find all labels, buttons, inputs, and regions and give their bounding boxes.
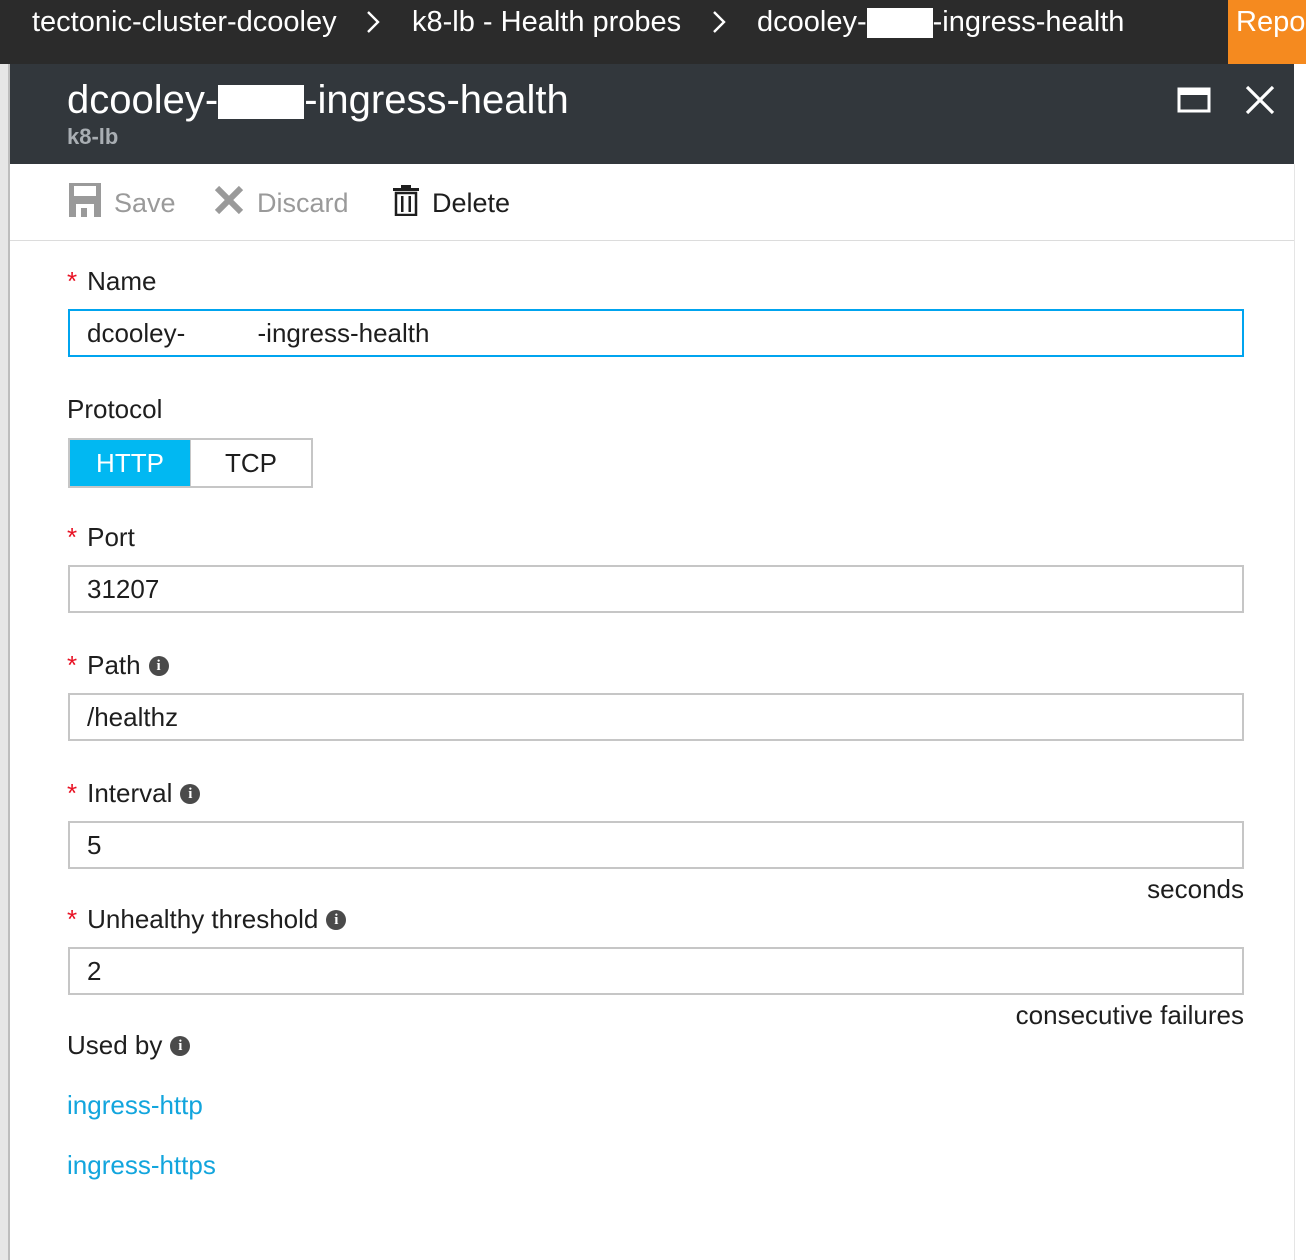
unhealthy-threshold-unit: consecutive failures <box>1015 1000 1244 1030</box>
page-title: dcooley- -ingress-health <box>67 78 569 122</box>
page-subtitle: k8-lb <box>67 124 119 149</box>
interval-label-text: Interval <box>87 778 173 808</box>
used-by-link-ingress-http[interactable]: ingress-http <box>67 1090 203 1121</box>
info-icon[interactable]: i <box>170 1035 191 1056</box>
required-asterisk: * <box>67 650 78 680</box>
breadcrumb-item-current[interactable]: dcooley- -ingress-health <box>757 4 1124 40</box>
path-input[interactable] <box>68 693 1244 741</box>
path-label-text: Path <box>87 650 141 680</box>
info-icon[interactable]: i <box>180 783 201 804</box>
unhealthy-threshold-label-text: Unhealthy threshold <box>87 904 319 934</box>
left-edge-divider <box>8 64 10 1260</box>
used-by-label: Used by i <box>67 1030 191 1061</box>
delete-button[interactable]: Delete <box>392 184 510 222</box>
info-icon[interactable]: i <box>148 655 169 676</box>
discard-icon <box>213 184 245 223</box>
port-input[interactable] <box>68 565 1244 613</box>
discard-label: Discard <box>257 187 349 218</box>
save-button[interactable]: Save <box>68 182 176 225</box>
discard-button[interactable]: Discard <box>213 184 349 222</box>
protocol-toggle: HTTP TCP <box>68 438 313 488</box>
report-button[interactable]: Repor <box>1228 0 1306 64</box>
used-by-link-ingress-https[interactable]: ingress-https <box>67 1150 216 1181</box>
protocol-option-http[interactable]: HTTP <box>70 440 190 486</box>
interval-unit: seconds <box>1147 874 1244 904</box>
required-asterisk: * <box>67 522 78 552</box>
save-label: Save <box>114 187 176 218</box>
required-asterisk: * <box>67 266 78 296</box>
used-by-label-text: Used by <box>67 1030 163 1060</box>
redaction-box <box>218 85 305 120</box>
name-label-text: Name <box>87 266 157 296</box>
title-prefix: dcooley- <box>67 78 219 122</box>
protocol-option-tcp[interactable]: TCP <box>190 440 311 486</box>
delete-icon <box>392 184 420 223</box>
title-suffix: -ingress-health <box>304 78 569 122</box>
unhealthy-threshold-label: * Unhealthy threshold i <box>67 904 347 935</box>
breadcrumb-item-cluster[interactable]: tectonic-cluster-dcooley <box>32 4 337 40</box>
name-input[interactable] <box>68 309 1244 357</box>
breadcrumb-current-suffix: -ingress-health <box>932 6 1125 38</box>
protocol-label: Protocol <box>67 394 162 425</box>
breadcrumb-item-health-probes[interactable]: k8-lb - Health probes <box>412 4 681 40</box>
breadcrumb-current-prefix: dcooley- <box>757 6 867 38</box>
delete-label: Delete <box>432 187 511 218</box>
name-label: * Name <box>67 266 156 297</box>
save-icon <box>68 182 102 225</box>
required-asterisk: * <box>67 778 78 808</box>
redaction-box <box>866 8 933 39</box>
port-label: * Port <box>67 522 135 553</box>
info-icon[interactable]: i <box>326 909 347 930</box>
port-label-text: Port <box>87 522 135 552</box>
required-asterisk: * <box>67 904 78 934</box>
chevron-right-icon <box>366 10 380 34</box>
scrollbar[interactable] <box>1294 164 1306 1260</box>
interval-label: * Interval i <box>67 778 201 809</box>
interval-input[interactable] <box>68 821 1244 869</box>
path-label: * Path i <box>67 650 169 681</box>
blade-header: dcooley- -ingress-health k8-lb <box>10 64 1294 164</box>
unhealthy-threshold-input[interactable] <box>68 947 1244 995</box>
close-icon[interactable] <box>1240 80 1280 120</box>
protocol-label-text: Protocol <box>67 394 163 424</box>
breadcrumb: tectonic-cluster-dcooley k8-lb - Health … <box>0 0 1306 64</box>
chevron-right-icon <box>712 10 726 34</box>
left-edge <box>0 64 8 1260</box>
maximize-icon[interactable] <box>1174 80 1214 120</box>
command-bar: Save Discard Delete <box>10 164 1294 241</box>
